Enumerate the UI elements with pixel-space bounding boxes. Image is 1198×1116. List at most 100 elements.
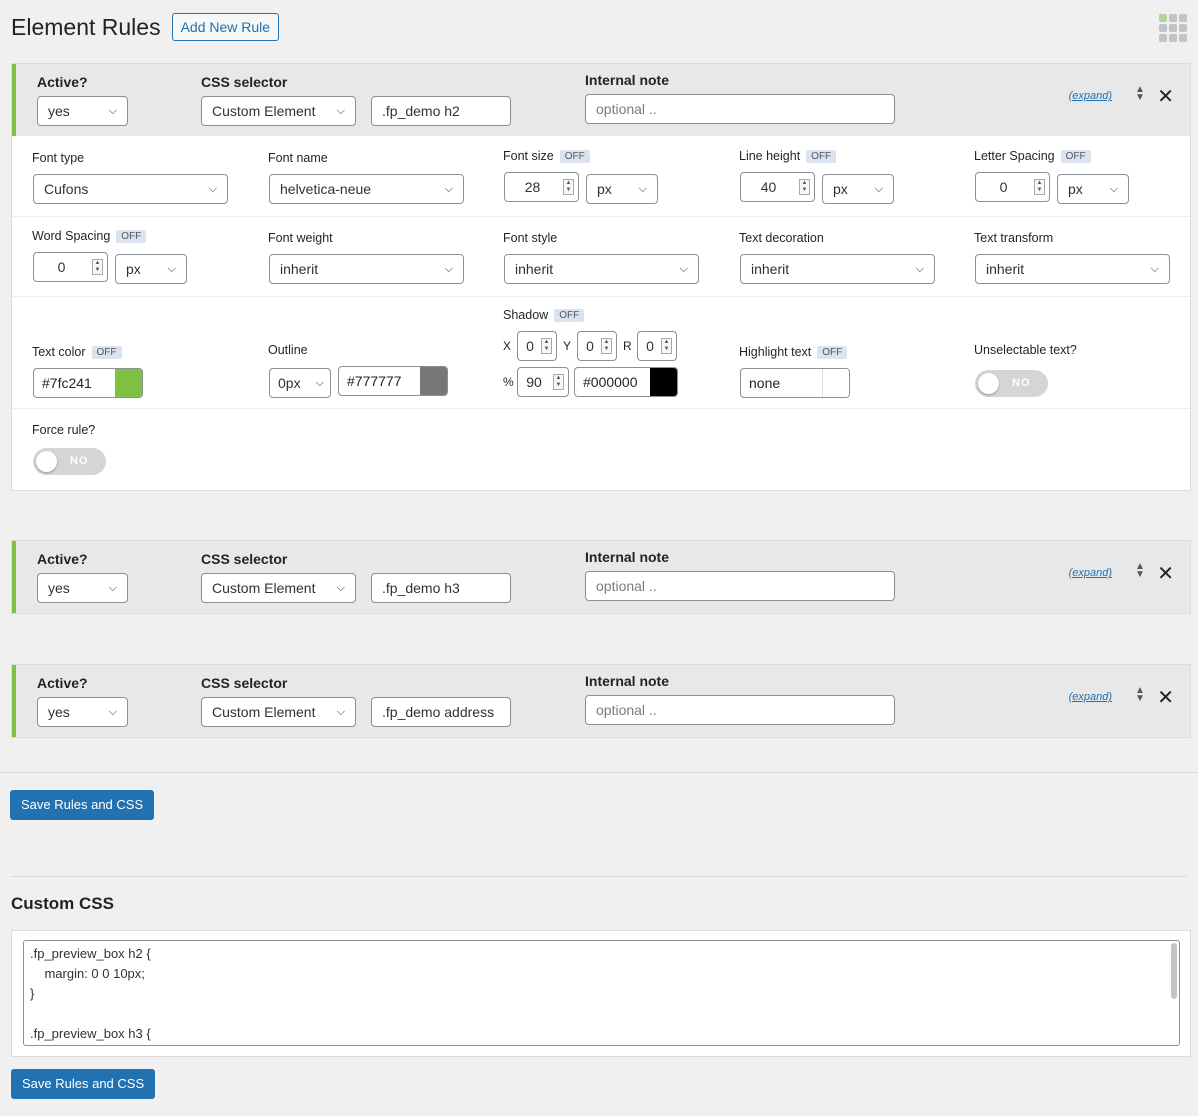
shadow-r-input[interactable]: 0 ▲ ▼ <box>637 331 677 361</box>
internal-note-input[interactable]: optional .. <box>585 94 895 124</box>
rule-details: Font type Cufons ⌵ Font name helvetica-ne… <box>12 136 1190 490</box>
text-color-off-badge[interactable]: OFF <box>91 346 122 360</box>
close-icon[interactable]: ✕ <box>1157 685 1174 710</box>
chevron-down-icon: ⌵ <box>108 706 117 718</box>
outline-size-select[interactable]: 0px ⌵ <box>269 368 331 398</box>
chevron-down-icon: ⌵ <box>874 183 883 195</box>
grid-apps-icon[interactable] <box>1159 14 1187 42</box>
selector-input[interactable]: .fp_demo h2 <box>371 96 511 126</box>
color-swatch[interactable] <box>420 367 447 395</box>
chevron-down-icon: ⌵ <box>915 263 924 275</box>
shadow-x-input[interactable]: 0 ▲ ▼ <box>517 331 557 361</box>
text-transform-select[interactable]: inherit ⌵ <box>975 254 1170 284</box>
active-label: Active? <box>37 551 88 567</box>
rule-header: Active? yes ⌵ CSS selector Custom Element… <box>12 541 1190 613</box>
word-spacing-input[interactable]: 0 ▲ ▼ <box>33 252 108 282</box>
unselectable-toggle[interactable]: NO <box>975 370 1048 397</box>
chevron-down-icon: ⌵ <box>108 105 117 117</box>
word-spacing-unit-select[interactable]: px ⌵ <box>115 254 187 284</box>
expand-link[interactable]: (expand) <box>1069 90 1112 102</box>
sort-handle-icon[interactable]: ▲ ▼ <box>1134 562 1146 580</box>
internal-note-input[interactable]: optional .. <box>585 571 895 601</box>
active-select[interactable]: yes ⌵ <box>37 96 128 126</box>
selector-input[interactable]: .fp_demo address <box>371 697 511 727</box>
text-color-input[interactable]: #7fc241 <box>33 368 143 398</box>
chevron-down-icon: ⌵ <box>315 377 324 389</box>
chevron-down-icon: ⌵ <box>336 105 345 117</box>
letter-spacing-label: Letter Spacing OFF <box>974 149 1091 164</box>
font-weight-label: Font weight <box>268 231 333 245</box>
active-select[interactable]: yes ⌵ <box>37 573 128 603</box>
word-spacing-off-badge[interactable]: OFF <box>116 230 147 244</box>
letter-spacing-unit-select[interactable]: px ⌵ <box>1057 174 1129 204</box>
internal-note-input[interactable]: optional .. <box>585 695 895 725</box>
add-new-rule-button[interactable]: Add New Rule <box>171 13 280 41</box>
selector-type-select[interactable]: Custom Element ⌵ <box>201 96 356 126</box>
outline-color-input[interactable]: #777777 <box>338 366 448 396</box>
stepper-icon[interactable]: ▲ ▼ <box>1034 179 1045 195</box>
save-rules-button-bottom[interactable]: Save Rules and CSS <box>11 1069 156 1099</box>
line-height-label: Line height OFF <box>739 149 837 164</box>
stepper-icon[interactable]: ▲ ▼ <box>563 179 574 195</box>
font-style-select[interactable]: inherit ⌵ <box>504 254 699 284</box>
line-height-input[interactable]: 40 ▲ ▼ <box>740 172 815 202</box>
stepper-icon[interactable]: ▲ ▼ <box>601 338 612 354</box>
line-height-unit-select[interactable]: px ⌵ <box>822 174 894 204</box>
font-name-select[interactable]: helvetica-neue ⌵ <box>269 174 464 204</box>
internal-note-label: Internal note <box>585 549 670 565</box>
line-height-off-badge[interactable]: OFF <box>806 150 837 164</box>
stepper-icon[interactable]: ▲ ▼ <box>541 338 552 354</box>
stepper-icon[interactable]: ▲ ▼ <box>92 259 103 275</box>
font-size-unit-select[interactable]: px ⌵ <box>586 174 658 204</box>
selector-type-select[interactable]: Custom Element ⌵ <box>201 573 356 603</box>
text-decoration-label: Text decoration <box>739 231 824 245</box>
custom-css-textarea[interactable]: .fp_preview_box h2 { margin: 0 0 10px; }… <box>23 940 1180 1046</box>
shadow-label: Shadow OFF <box>503 308 585 323</box>
font-weight-select[interactable]: inherit ⌵ <box>269 254 464 284</box>
shadow-color-input[interactable]: #000000 <box>574 367 678 397</box>
color-swatch[interactable] <box>822 369 849 397</box>
shadow-y-input[interactable]: 0 ▲ ▼ <box>577 331 617 361</box>
text-decoration-select[interactable]: inherit ⌵ <box>740 254 935 284</box>
letter-spacing-off-badge[interactable]: OFF <box>1060 150 1091 164</box>
sort-handle-icon[interactable]: ▲ ▼ <box>1134 686 1146 704</box>
selector-type-select[interactable]: Custom Element ⌵ <box>201 697 356 727</box>
color-swatch[interactable] <box>115 369 142 397</box>
shadow-opacity-label: % <box>503 375 514 389</box>
color-swatch[interactable] <box>650 368 677 396</box>
chevron-down-icon: ⌵ <box>638 183 647 195</box>
scrollbar[interactable] <box>1171 943 1177 999</box>
close-icon[interactable]: ✕ <box>1157 84 1174 109</box>
stepper-icon[interactable]: ▲ ▼ <box>553 374 564 390</box>
stepper-icon[interactable]: ▲ ▼ <box>661 338 672 354</box>
save-rules-button[interactable]: Save Rules and CSS <box>10 790 155 820</box>
page-title: Element Rules <box>11 14 161 40</box>
close-icon[interactable]: ✕ <box>1157 561 1174 586</box>
shadow-x-label: X <box>503 339 512 353</box>
expand-link[interactable]: (expand) <box>1069 691 1112 703</box>
css-selector-label: CSS selector <box>201 675 288 691</box>
expand-link[interactable]: (expand) <box>1069 567 1112 579</box>
outline-label: Outline <box>268 343 308 357</box>
custom-css-title: Custom CSS <box>11 894 114 913</box>
shadow-off-badge[interactable]: OFF <box>554 309 585 323</box>
highlight-color-input[interactable]: none <box>740 368 850 398</box>
active-select[interactable]: yes ⌵ <box>37 697 128 727</box>
shadow-opacity-input[interactable]: 90 ▲ ▼ <box>517 367 569 397</box>
force-rule-toggle[interactable]: NO <box>33 448 106 475</box>
font-size-off-badge[interactable]: OFF <box>559 150 590 164</box>
highlight-off-badge[interactable]: OFF <box>817 346 848 360</box>
chevron-down-icon: ⌵ <box>336 582 345 594</box>
css-selector-label: CSS selector <box>201 74 288 90</box>
font-type-select[interactable]: Cufons ⌵ <box>33 174 228 204</box>
letter-spacing-input[interactable]: 0 ▲ ▼ <box>975 172 1050 202</box>
highlight-text-label: Highlight text OFF <box>739 345 848 360</box>
active-label: Active? <box>37 675 88 691</box>
rule-card: Active? yes ⌵ CSS selector Custom Element… <box>11 664 1191 738</box>
chevron-down-icon: ⌵ <box>1109 183 1118 195</box>
shadow-r-label: R <box>623 339 632 353</box>
sort-handle-icon[interactable]: ▲ ▼ <box>1134 85 1146 103</box>
font-size-input[interactable]: 28 ▲ ▼ <box>504 172 579 202</box>
selector-input[interactable]: .fp_demo h3 <box>371 573 511 603</box>
stepper-icon[interactable]: ▲ ▼ <box>799 179 810 195</box>
